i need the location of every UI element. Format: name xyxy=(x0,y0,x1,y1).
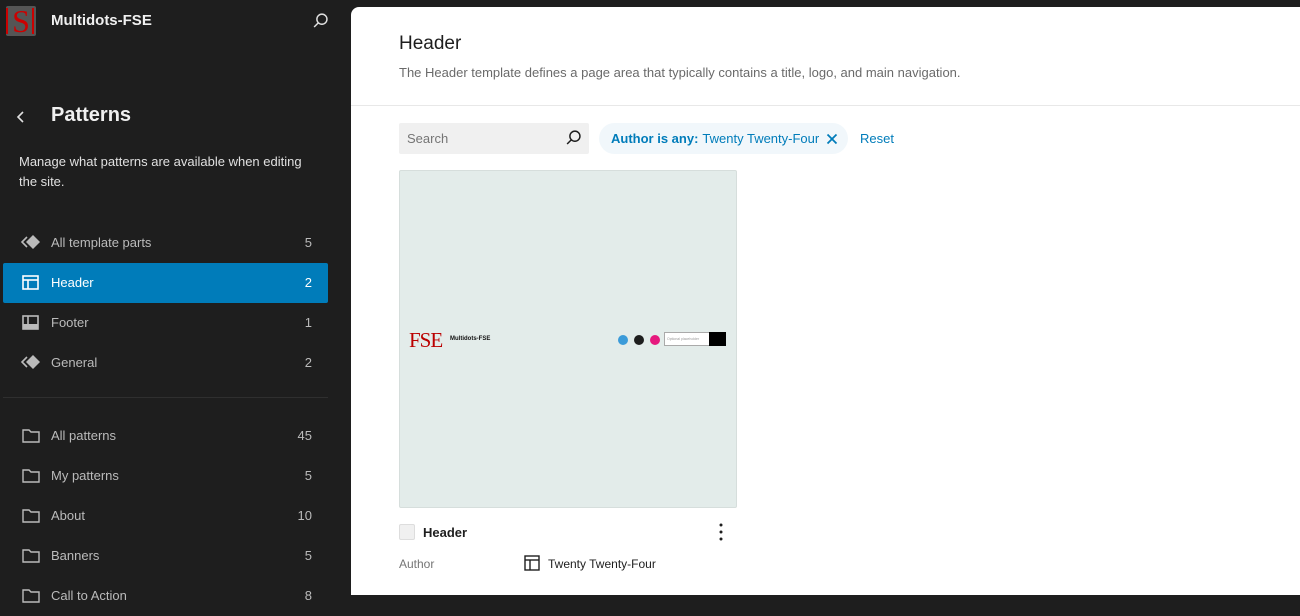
sidebar-item-header[interactable]: Header 2 xyxy=(3,263,328,303)
sidebar-item-my-patterns[interactable]: My patterns 5 xyxy=(3,456,328,496)
folder-icon xyxy=(20,425,42,447)
header-layout-icon xyxy=(20,272,42,294)
sidebar-item-about[interactable]: About 10 xyxy=(3,496,328,536)
chevron-left-icon xyxy=(16,111,24,123)
search-icon[interactable] xyxy=(310,10,332,32)
more-vertical-icon xyxy=(719,523,723,541)
preview-search-button xyxy=(709,332,726,346)
footer-layout-icon xyxy=(20,312,42,334)
wordpress-icon xyxy=(618,335,628,345)
page-header: Header The Header template defines a pag… xyxy=(351,7,1300,106)
folder-icon xyxy=(20,585,42,607)
sidebar-item-all-template-parts[interactable]: All template parts 5 xyxy=(3,223,328,263)
filter-value: Twenty Twenty-Four xyxy=(702,131,820,146)
symbol-icon xyxy=(20,232,42,254)
search-field xyxy=(399,123,589,154)
search-input[interactable] xyxy=(399,123,559,154)
sidebar: S Multidots-FSE Patterns Manage what pat… xyxy=(0,0,351,603)
author-value: Twenty Twenty-Four xyxy=(548,557,656,571)
close-icon[interactable] xyxy=(826,133,838,145)
sidebar-item-general[interactable]: General 2 xyxy=(3,343,328,383)
site-hub: S Multidots-FSE xyxy=(0,0,351,44)
site-logo[interactable]: S xyxy=(6,6,36,36)
more-actions-button[interactable] xyxy=(710,521,732,543)
pattern-categories-nav: All patterns 45 My patterns 5 About 10 B… xyxy=(3,416,328,616)
site-name[interactable]: Multidots-FSE xyxy=(51,12,152,29)
back-button[interactable] xyxy=(10,105,34,129)
author-label: Author xyxy=(399,557,435,571)
github-icon xyxy=(634,335,644,345)
folder-icon xyxy=(20,545,42,567)
layout-icon xyxy=(523,554,541,572)
pattern-preview[interactable]: FSE Multidots-FSE Optional placeholder xyxy=(399,170,737,508)
search-icon[interactable] xyxy=(563,127,585,149)
sidebar-title: Patterns xyxy=(51,104,132,126)
pattern-title[interactable]: Header xyxy=(423,525,467,540)
sidebar-item-footer[interactable]: Footer 1 xyxy=(3,303,328,343)
page-title: Header xyxy=(399,33,462,54)
folder-icon xyxy=(20,465,42,487)
reset-button[interactable]: Reset xyxy=(860,131,894,146)
preview-site-name: Multidots-FSE xyxy=(450,336,491,342)
main-content: Header The Header template defines a pag… xyxy=(351,7,1300,595)
author-filter-chip[interactable]: Author is any: Twenty Twenty-Four xyxy=(599,123,849,154)
folder-icon xyxy=(20,505,42,527)
preview-search-input: Optional placeholder xyxy=(664,332,710,346)
preview-logo: FSE xyxy=(409,328,443,352)
template-parts-nav: All template parts 5 Header 2 Footer 1 G… xyxy=(3,223,328,383)
sidebar-description: Manage what patterns are available when … xyxy=(19,154,302,189)
sidebar-item-banners[interactable]: Banners 5 xyxy=(3,536,328,576)
sidebar-divider xyxy=(3,397,328,398)
filter-key: Author is any: xyxy=(611,131,699,146)
sidebar-item-all-patterns[interactable]: All patterns 45 xyxy=(3,416,328,456)
symbol-icon xyxy=(20,352,42,374)
instagram-icon xyxy=(650,335,660,345)
select-checkbox[interactable] xyxy=(399,524,415,540)
page-description: The Header template defines a page area … xyxy=(399,65,961,80)
sidebar-item-call-to-action[interactable]: Call to Action 8 xyxy=(3,576,328,616)
